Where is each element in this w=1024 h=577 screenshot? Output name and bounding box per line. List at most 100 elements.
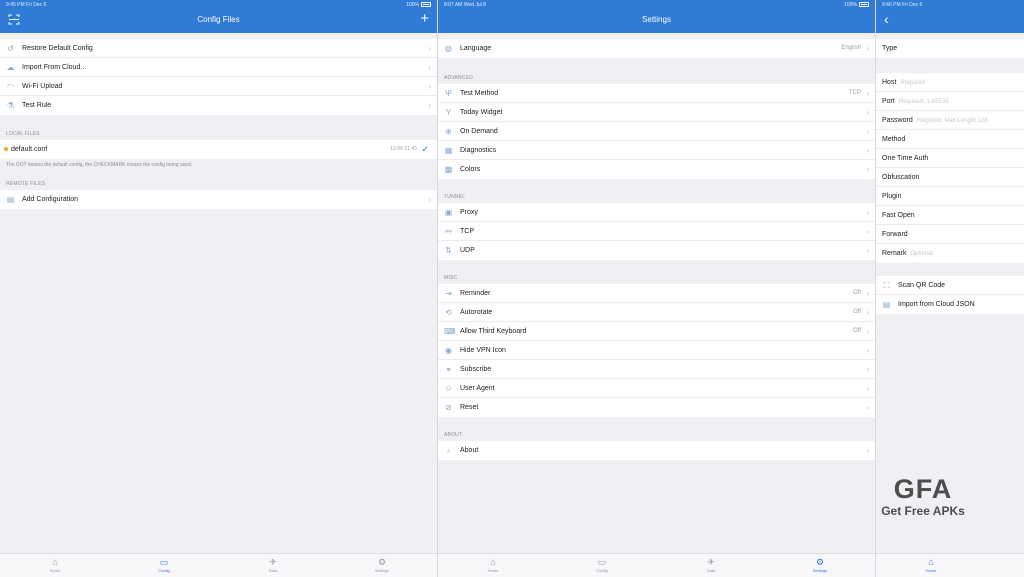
autorotate-item[interactable]: ⟲ Autorotate Off ›: [438, 303, 875, 322]
tab-bar: ⌂ Home ▭ Config ✈ Data ⚙ Settings: [438, 553, 875, 577]
tab-bar: ⌂ Home ▭ Config ✈ Data ⚙ Settings: [0, 553, 437, 577]
microphone-icon: ♁: [445, 446, 452, 455]
chevron-right-icon: ›: [866, 127, 869, 136]
type-section: Type: [876, 39, 1024, 58]
wifi-upload-item[interactable]: ◠ Wi-Fi Upload ›: [0, 77, 437, 96]
about-item[interactable]: ♁ About ›: [438, 441, 875, 460]
today-widget-item[interactable]: Y Today Widget ›: [438, 103, 875, 122]
language-section: ◍ Language English ›: [438, 39, 875, 58]
file-date: 12-06 21:45: [390, 146, 417, 152]
item-value: Off: [853, 309, 861, 315]
on-demand-item[interactable]: ⊕ On Demand ›: [438, 122, 875, 141]
page-title: Settings: [642, 15, 671, 24]
language-item[interactable]: ◍ Language English ›: [438, 39, 875, 58]
type-item[interactable]: Type: [876, 39, 1024, 58]
item-label: Reset: [460, 404, 479, 411]
chevron-right-icon: ›: [866, 246, 869, 255]
tab-label: Data: [706, 568, 716, 573]
tab-home[interactable]: ⌂ Home: [473, 557, 513, 573]
item-label: Reminder: [460, 290, 491, 297]
reminder-item[interactable]: ⇥ Reminder Off ›: [438, 284, 875, 303]
field-label: Plugin: [882, 193, 902, 200]
tab-home[interactable]: ⌂ Home: [35, 557, 75, 573]
colors-item[interactable]: ▩ Colors ›: [438, 160, 875, 179]
chevron-right-icon: ›: [866, 308, 869, 317]
fast-open-field[interactable]: Fast Open: [876, 206, 1024, 225]
remote-files-list: ▤ Add Configuration ›: [0, 190, 437, 209]
about-header: ABOUT: [444, 432, 463, 438]
item-label: Add Configuration: [22, 196, 79, 203]
add-configuration-item[interactable]: ▤ Add Configuration ›: [0, 190, 437, 209]
remark-field[interactable]: Remark Optional: [876, 244, 1024, 263]
diagnostics-item[interactable]: ▦ Diagnostics ›: [438, 141, 875, 160]
import-from-cloud-item[interactable]: ☁ Import From Cloud... ›: [0, 58, 437, 77]
item-label: Type: [882, 45, 898, 52]
gear-icon: ⚙: [377, 557, 387, 567]
test-method-item[interactable]: Ψ Test Method TCP ›: [438, 84, 875, 103]
udp-icon: ⇅: [445, 246, 452, 255]
plugin-field[interactable]: Plugin: [876, 187, 1024, 206]
tab-data[interactable]: ✈ Data: [691, 557, 731, 573]
subscribe-item[interactable]: ⚭ Subscribe ›: [438, 360, 875, 379]
tab-config[interactable]: ▭ Config: [144, 557, 184, 573]
wifi-icon: ◠: [7, 82, 14, 91]
plus-icon[interactable]: +: [420, 11, 429, 26]
item-label: About: [460, 447, 479, 454]
tab-settings[interactable]: ⚙ Settings: [800, 557, 840, 573]
proxy-item[interactable]: ▣ Proxy ›: [438, 203, 875, 222]
plane-icon: ✈: [269, 557, 277, 567]
reset-icon: ⊘: [445, 403, 452, 412]
tab-config[interactable]: ▭ Config: [582, 557, 622, 573]
field-placeholder: Required: [900, 80, 925, 86]
tunnel-header: TUNNEL: [444, 194, 466, 200]
port-field[interactable]: Port Required, 1-65535: [876, 92, 1024, 111]
local-files-header: LOCAL FILES: [6, 131, 40, 137]
nav-bar: 8:07 AM Wed Jul 8 100% Settings: [438, 0, 875, 33]
file-name: default.conf: [11, 146, 48, 153]
tab-home[interactable]: ⌂ Home: [911, 557, 951, 573]
item-label: Language: [460, 45, 492, 52]
item-label: Wi-Fi Upload: [22, 83, 63, 90]
vpn-icon: ◉: [445, 346, 452, 355]
item-label: Today Widget: [460, 109, 503, 116]
reset-item[interactable]: ⊘ Reset ›: [438, 398, 875, 417]
scan-qr-code-item[interactable]: ⛶ Scan QR Code: [876, 276, 1024, 295]
chevron-right-icon: ›: [866, 89, 869, 98]
tab-label: Home: [925, 568, 937, 573]
back-icon[interactable]: ‹: [884, 12, 896, 26]
battery-percent: 100%: [406, 2, 419, 8]
home-icon: ⌂: [928, 557, 934, 567]
udp-item[interactable]: ⇅ UDP ›: [438, 241, 875, 260]
config-file-row[interactable]: default.conf 12-06 21:45 ✓: [0, 140, 437, 159]
method-field[interactable]: Method: [876, 130, 1024, 149]
item-label: Autorotate: [460, 309, 493, 316]
obfuscation-field[interactable]: Obfuscation: [876, 168, 1024, 187]
default-dot-icon: [4, 147, 8, 151]
user-agent-item[interactable]: ☺ User Agent ›: [438, 379, 875, 398]
forward-field[interactable]: Forward: [876, 225, 1024, 244]
tab-label: Config: [596, 568, 608, 573]
restore-default-config-item[interactable]: ↺ Restore Default Config ›: [0, 39, 437, 58]
checkmark-icon: ✓: [421, 144, 429, 154]
host-field[interactable]: Host Required: [876, 73, 1024, 92]
one-time-auth-field[interactable]: One Time Auth: [876, 149, 1024, 168]
cloud-json-icon: ▤: [882, 300, 891, 309]
misc-list: ⇥ Reminder Off › ⟲ Autorotate Off › ⌨ Allow Thi…: [438, 284, 875, 417]
allow-third-keyboard-item[interactable]: ⌨ Allow Third Keyboard Off ›: [438, 322, 875, 341]
test-rule-item[interactable]: ⚗ Test Rule ›: [0, 96, 437, 115]
import-cloud-json-item[interactable]: ▤ Import from Cloud JSON: [876, 295, 1024, 314]
item-label: Import From Cloud...: [22, 64, 87, 71]
hide-vpn-icon-item[interactable]: ◉ Hide VPN Icon ›: [438, 341, 875, 360]
tunnel-list: ▣ Proxy › ⚯ TCP › ⇅ UDP ›: [438, 203, 875, 260]
password-field[interactable]: Password Required, Max Lenght 128: [876, 111, 1024, 130]
advanced-list: Ψ Test Method TCP › Y Today Widget › ⊕ On Dema…: [438, 84, 875, 179]
tcp-item[interactable]: ⚯ TCP ›: [438, 222, 875, 241]
tab-settings[interactable]: ⚙ Settings: [362, 557, 402, 573]
chevron-right-icon: ›: [866, 44, 869, 53]
item-label: Test Rule: [22, 102, 52, 109]
tab-data[interactable]: ✈ Data: [253, 557, 293, 573]
rotate-icon: ⟲: [445, 308, 452, 317]
chevron-right-icon: ›: [866, 327, 869, 336]
item-label: User Agent: [460, 385, 495, 392]
chevron-right-icon: ›: [866, 446, 869, 455]
